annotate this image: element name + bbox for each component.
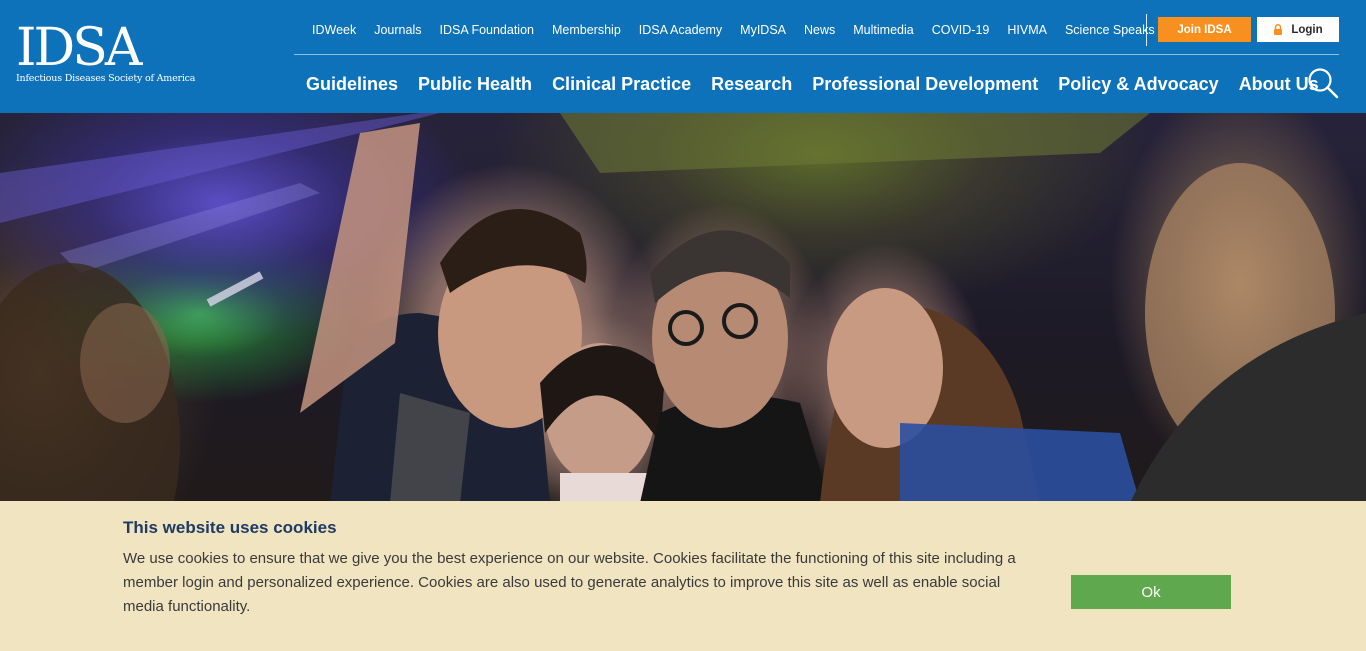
cookie-ok-button[interactable]: Ok [1071, 575, 1231, 609]
utility-link-hivma[interactable]: HIVMA [1007, 23, 1047, 37]
utility-link-news[interactable]: News [804, 23, 835, 37]
utility-link-science-speaks[interactable]: Science Speaks [1065, 23, 1155, 37]
utility-link-idweek[interactable]: IDWeek [312, 23, 356, 37]
hero-illustration [0, 113, 1366, 501]
main-nav-clinical-practice[interactable]: Clinical Practice [552, 74, 691, 95]
cookie-text: We use cookies to ensure that we give yo… [123, 550, 1016, 615]
utility-link-multimedia[interactable]: Multimedia [853, 23, 913, 37]
utility-link-journals[interactable]: Journals [374, 23, 421, 37]
utility-link-covid-19[interactable]: COVID-19 [932, 23, 990, 37]
cookie-ok-label: Ok [1141, 583, 1161, 601]
main-nav-professional-development[interactable]: Professional Development [812, 74, 1038, 95]
login-label: Login [1291, 23, 1323, 36]
logo-subtitle: Infectious Diseases Society of America [16, 73, 196, 84]
main-nav-guidelines[interactable]: Guidelines [306, 74, 398, 95]
site-header: IDSA Infectious Diseases Society of Amer… [0, 0, 1366, 113]
main-nav-policy-advocacy[interactable]: Policy & Advocacy [1058, 74, 1218, 95]
utility-divider [1146, 14, 1147, 46]
main-nav-public-health[interactable]: Public Health [418, 74, 532, 95]
lock-icon [1273, 24, 1283, 35]
search-button[interactable] [1306, 66, 1340, 100]
idsa-logo[interactable]: IDSA Infectious Diseases Society of Amer… [16, 22, 195, 84]
hero-photo [0, 113, 1366, 501]
logo-title: IDSA [16, 18, 142, 78]
utility-link-membership[interactable]: Membership [552, 23, 621, 37]
utility-link-idsa-academy[interactable]: IDSA Academy [639, 23, 722, 37]
utility-link-myidsa[interactable]: MyIDSA [740, 23, 786, 37]
cookie-title: This website uses cookies [123, 518, 337, 537]
main-nav: Guidelines Public Health Clinical Practi… [296, 66, 1329, 102]
utility-link-idsa-foundation[interactable]: IDSA Foundation [439, 23, 534, 37]
join-idsa-label: Join IDSA [1177, 23, 1232, 36]
main-nav-research[interactable]: Research [711, 74, 792, 95]
nav-divider [294, 54, 1339, 55]
join-idsa-button[interactable]: Join IDSA [1158, 17, 1251, 42]
search-icon [1308, 68, 1339, 99]
utility-nav: IDWeek Journals IDSA Foundation Membersh… [303, 14, 1164, 46]
login-button[interactable]: Login [1257, 17, 1339, 42]
